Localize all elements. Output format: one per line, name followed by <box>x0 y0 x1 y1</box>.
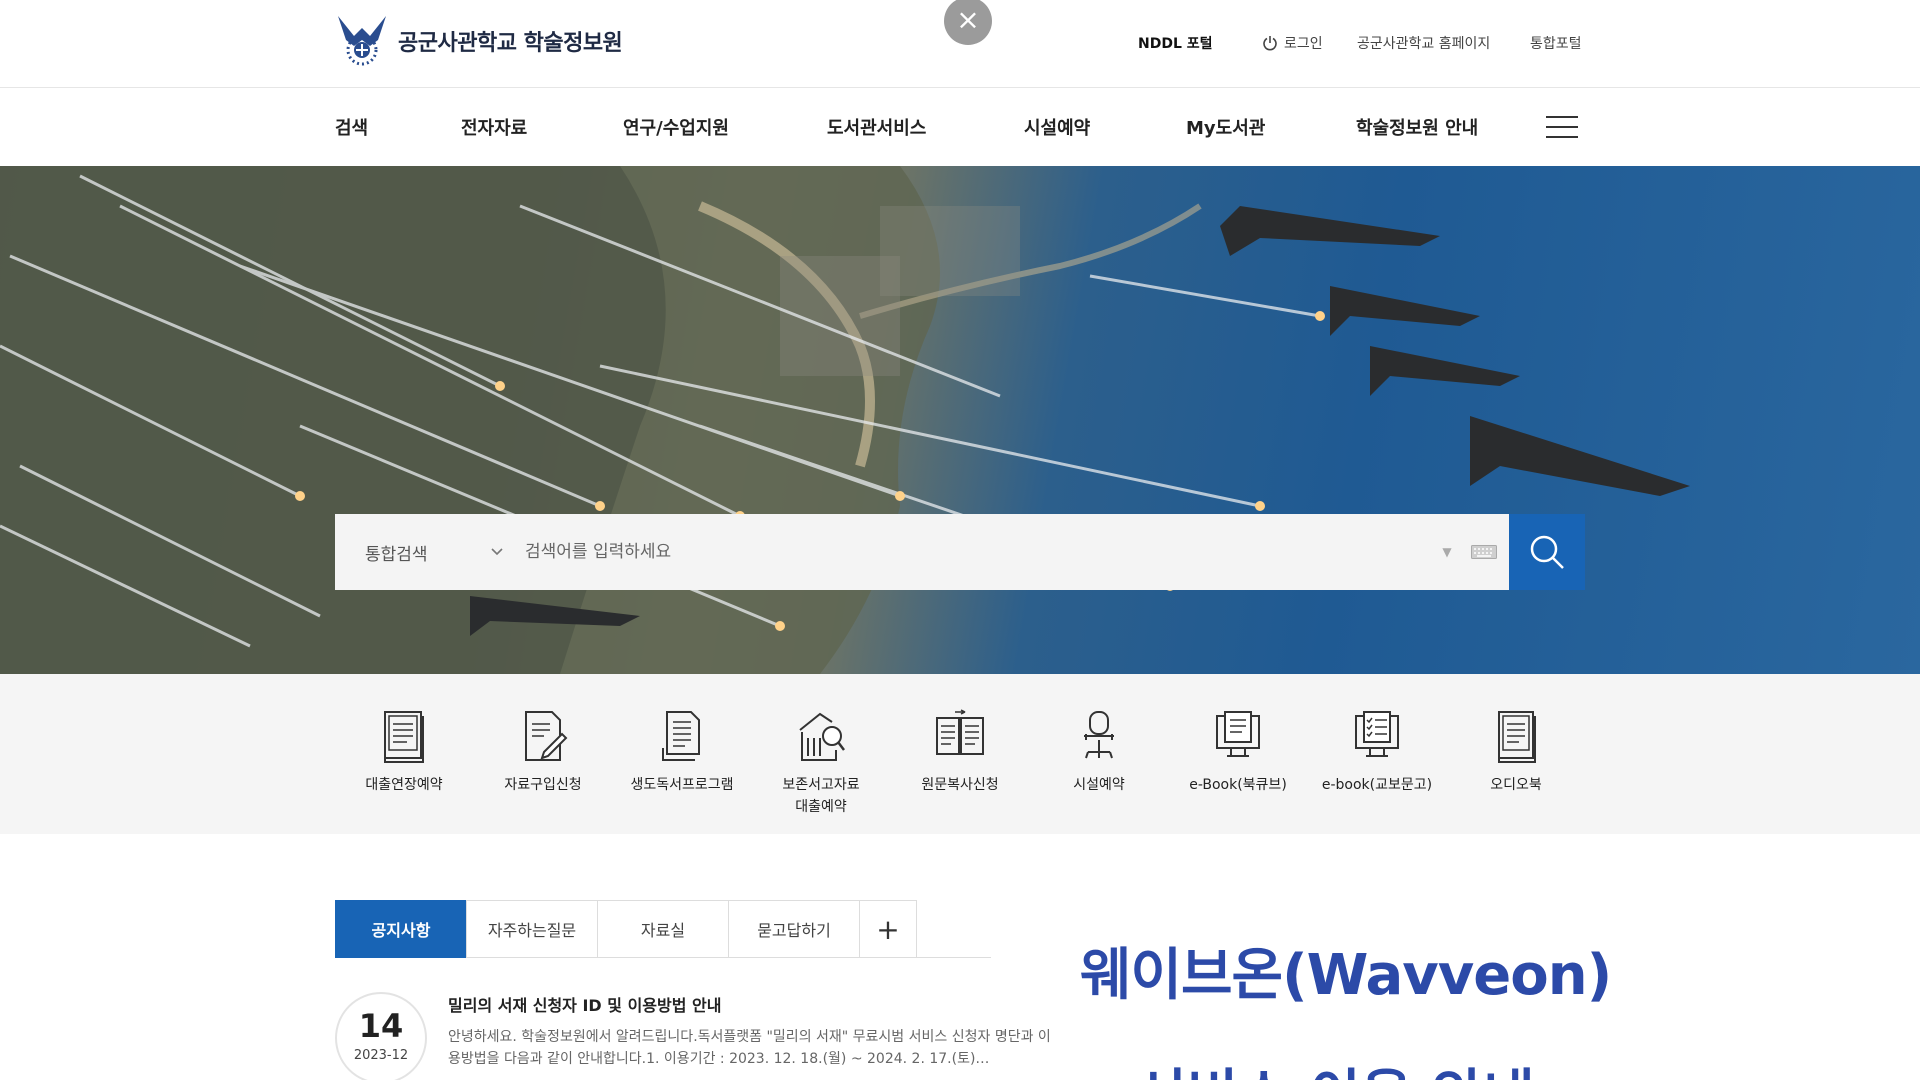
ebook-icon <box>1216 711 1260 757</box>
power-icon <box>1263 36 1277 51</box>
login-link[interactable]: 로그인 <box>1262 33 1323 53</box>
hero-banner: 통합검색 ▼ <box>0 166 1920 674</box>
quick-label: 대출연장예약 <box>365 777 443 793</box>
tab-qna[interactable]: 묻고답하기 <box>728 900 859 958</box>
quick-label: 보존서고자료 대출예약 <box>782 777 860 815</box>
quick-archive-reservation[interactable]: 보존서고자료 대출예약 <box>752 708 890 818</box>
menu-icon[interactable] <box>1546 116 1578 138</box>
hero-image <box>0 166 1690 674</box>
quick-menu: 대출연장예약 자료구입신청 생도독서프로그램 보존서고자료 대출예약 원문복사신… <box>0 674 1920 834</box>
nav-about[interactable]: 학술정보원 안내 <box>1356 114 1478 140</box>
quick-copy-request[interactable]: 원문복사신청 <box>891 708 1029 796</box>
notice-day: 14 <box>358 1007 404 1045</box>
notice-description: 안녕하세요. 학술정보원에서 알려드립니다.독서플랫폼 "밀리의 서재" 무료시… <box>448 1029 1051 1067</box>
banner-line-1: 웨이브온(Wavveon) <box>1080 943 1612 1008</box>
chevron-down-icon <box>491 548 503 556</box>
quick-label: 원문복사신청 <box>921 777 999 793</box>
search-bar: 통합검색 ▼ <box>335 514 1585 590</box>
search-scope-select[interactable]: 통합검색 <box>335 514 525 590</box>
login-label: 로그인 <box>1284 36 1323 52</box>
notice-title[interactable]: 밀리의 서재 신청자 ID 및 이용방법 안내 <box>448 992 721 1016</box>
notice-year-month: 2023-12 <box>353 1048 409 1063</box>
quick-ebook-bookcube[interactable]: e-Book(북큐브) <box>1169 708 1307 796</box>
nav-library-services[interactable]: 도서관서비스 <box>827 114 926 140</box>
more-icon[interactable]: + <box>859 900 917 958</box>
quick-label: 자료구입신청 <box>504 777 582 793</box>
archive-search-icon <box>799 712 845 761</box>
nav-electronic-resources[interactable]: 전자자료 <box>461 114 527 140</box>
tab-faq[interactable]: 자주하는질문 <box>466 900 597 958</box>
close-icon[interactable]: × <box>944 0 992 45</box>
notice-date: 14 2023-12 <box>335 992 427 1080</box>
nav-facility-reservation[interactable]: 시설예약 <box>1024 114 1090 140</box>
keyboard-icon[interactable] <box>1459 514 1509 590</box>
quick-reading-program[interactable]: 생도독서프로그램 <box>613 708 751 796</box>
chair-icon <box>1084 711 1114 759</box>
tab-archive[interactable]: 자료실 <box>597 900 728 958</box>
quick-facility-reservation[interactable]: 시설예약 <box>1030 708 1168 796</box>
book-icon <box>384 711 424 763</box>
quick-label: 오디오북 <box>1490 777 1542 793</box>
board-tabs: 공지사항 자주하는질문 자료실 묻고답하기 + <box>335 900 991 958</box>
site-logo[interactable]: 공군사관학교 학술정보원 <box>334 10 623 72</box>
tab-notice[interactable]: 공지사항 <box>335 900 466 958</box>
academy-emblem-icon <box>338 16 386 66</box>
audiobook-icon <box>1498 711 1536 763</box>
integrated-portal-link[interactable]: 통합포털 <box>1530 33 1582 53</box>
page: 공군사관학교 학술정보원 × NDDL 포털 로그인 공군사관학교 홈페이지 통… <box>0 0 1920 1080</box>
nddl-portal-link[interactable]: NDDL 포털 <box>1138 33 1213 53</box>
nav-my-library[interactable]: My도서관 <box>1186 114 1265 140</box>
top-bar: 공군사관학교 학술정보원 × NDDL 포털 로그인 공군사관학교 홈페이지 통… <box>0 0 1920 88</box>
quick-label: 시설예약 <box>1073 777 1125 793</box>
quick-loan-extension[interactable]: 대출연장예약 <box>335 708 473 796</box>
autocomplete-toggle-icon[interactable]: ▼ <box>1435 514 1459 590</box>
nav-research-support[interactable]: 연구/수업지원 <box>623 114 729 140</box>
search-button[interactable] <box>1509 514 1585 590</box>
copy-icon <box>936 709 984 755</box>
search-scope-label: 통합검색 <box>365 544 428 565</box>
nav-search[interactable]: 검색 <box>335 114 368 140</box>
document-icon <box>662 711 700 761</box>
quick-label: 생도독서프로그램 <box>630 777 734 793</box>
search-icon <box>1530 535 1564 569</box>
search-input[interactable] <box>525 514 1435 590</box>
document-pen-icon <box>525 711 568 761</box>
main-navigation: 검색 전자자료 연구/수업지원 도서관서비스 시설예약 My도서관 학술정보원 … <box>0 88 1920 166</box>
banner-line-2: 서비스 이용 안내 <box>1080 1051 1590 1080</box>
ebook-checklist-icon <box>1355 711 1399 757</box>
quick-audiobook[interactable]: 오디오북 <box>1447 708 1585 796</box>
quick-label: e-Book(북큐브) <box>1189 777 1287 793</box>
site-title: 공군사관학교 학술정보원 <box>398 31 623 56</box>
quick-purchase-request[interactable]: 자료구입신청 <box>474 708 612 796</box>
quick-ebook-kyobo[interactable]: e-book(교보문고) <box>1308 708 1446 796</box>
academy-homepage-link[interactable]: 공군사관학교 홈페이지 <box>1357 33 1490 53</box>
quick-label: e-book(교보문고) <box>1321 777 1433 793</box>
popup-banner[interactable]: 웨이브온(Wavveon) 서비스 이용 안내 <box>1080 930 1612 1080</box>
